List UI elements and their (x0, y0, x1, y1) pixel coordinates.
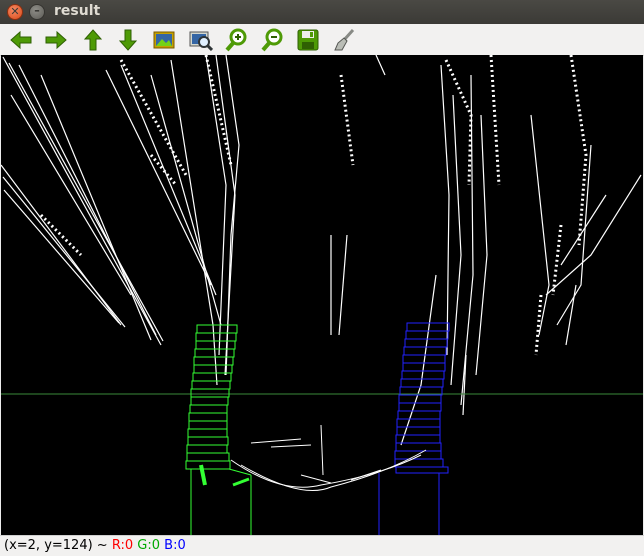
pixel-info: (x=2, y=124) ~ R:0 G:0 B:0 (4, 538, 186, 553)
pan-left-button[interactable] (8, 27, 34, 53)
properties-button[interactable] (331, 27, 357, 53)
image-canvas[interactable] (1, 55, 643, 535)
status-bar: (x=2, y=124) ~ R:0 G:0 B:0 (0, 535, 644, 556)
pan-right-button[interactable] (43, 27, 69, 53)
cursor-coordinates: (x=2, y=124) ~ (4, 538, 108, 553)
image-window: ✕ – result (x=2, y=124) ~ R:0 G:0 B:0 (0, 0, 644, 556)
red-value: R:0 (111, 538, 134, 553)
arrow-up-icon (83, 29, 103, 51)
zoom-out-icon (261, 28, 283, 52)
arrow-right-icon (45, 30, 67, 50)
window-title: result (54, 3, 101, 19)
pan-up-button[interactable] (80, 27, 106, 53)
arrow-left-icon (10, 30, 32, 50)
title-bar[interactable]: ✕ – result (0, 0, 644, 24)
brush-icon (334, 28, 355, 51)
close-icon: ✕ (10, 5, 20, 18)
minimize-icon: – (34, 4, 40, 17)
toolbar (0, 24, 644, 56)
image-icon (153, 31, 175, 49)
arrow-down-icon (118, 29, 138, 51)
floppy-disk-icon (297, 29, 319, 51)
save-button[interactable] (295, 27, 321, 53)
pan-down-button[interactable] (115, 27, 141, 53)
zoom-fit-button[interactable] (151, 27, 177, 53)
zoom-region-button[interactable] (188, 27, 214, 53)
green-value: G:0 (137, 538, 161, 553)
zoom-in-button[interactable] (224, 27, 250, 53)
close-button[interactable]: ✕ (7, 4, 23, 20)
zoom-out-button[interactable] (260, 27, 286, 53)
result-image (1, 55, 643, 535)
blue-value: B:0 (164, 538, 186, 553)
zoom-in-icon (225, 28, 247, 52)
minimize-button[interactable]: – (29, 4, 45, 20)
zoom-region-icon (189, 31, 213, 51)
